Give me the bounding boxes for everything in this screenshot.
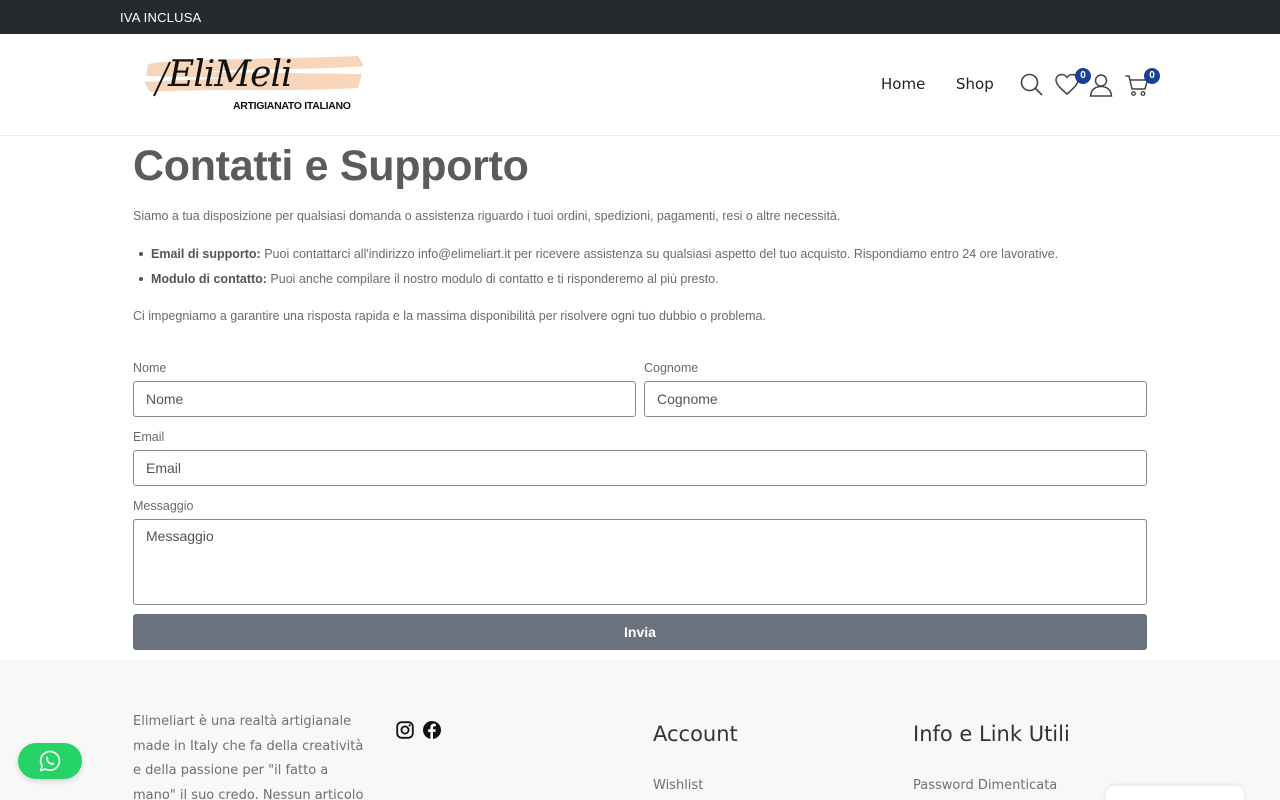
whatsapp-button[interactable]: [18, 743, 82, 779]
whatsapp-icon: [39, 750, 61, 772]
nome-label: Nome: [133, 361, 167, 375]
user-icon[interactable]: [1088, 72, 1114, 98]
submit-button[interactable]: Invia: [133, 614, 1147, 650]
logo-tagline: ARTIGIANATO ITALIANO: [233, 100, 351, 112]
footer-link-wishlist[interactable]: Wishlist: [653, 778, 703, 793]
cognome-label: Cognome: [644, 361, 699, 375]
nav-home[interactable]: Home: [881, 75, 925, 93]
support-list: Email di supporto: Puoi contattarci all'…: [133, 245, 1058, 295]
bullet-text: Puoi anche compilare il nostro modulo di…: [266, 272, 719, 286]
site-logo[interactable]: EliMeli ARTIGIANATO ITALIANO: [140, 52, 366, 116]
logo-wordmark: EliMeli: [168, 54, 292, 95]
top-bar: IVA INCLUSA: [0, 0, 1280, 34]
intro-text: Siamo a tua disposizione per qualsiasi d…: [133, 209, 841, 223]
instagram-icon[interactable]: [396, 721, 414, 739]
footer-about-text: Elimeliart è una realtà artigianale made…: [133, 714, 364, 800]
page-title: Contatti e Supporto: [133, 142, 529, 190]
facebook-icon[interactable]: [423, 721, 441, 739]
message-textarea[interactable]: [133, 519, 1147, 605]
footer-info-heading: Info e Link Utili: [913, 722, 1070, 746]
messaggio-label: Messaggio: [133, 499, 194, 513]
email-field[interactable]: [133, 450, 1147, 486]
nav-shop[interactable]: Shop: [956, 75, 994, 93]
outro-text: Ci impegniamo a garantire una risposta r…: [133, 309, 766, 323]
list-item: Modulo di contatto: Puoi anche compilare…: [133, 270, 1058, 295]
vat-notice: IVA INCLUSA: [120, 10, 202, 25]
nome-input[interactable]: [133, 381, 636, 417]
cognome-input[interactable]: [644, 381, 1147, 417]
search-icon[interactable]: [1019, 72, 1045, 98]
bullet-label: Modulo di contatto:: [151, 272, 267, 286]
email-label: Email: [133, 430, 165, 444]
footer-account-heading: Account: [653, 722, 738, 746]
cart-count-badge: 0: [1144, 68, 1160, 84]
floating-widget[interactable]: [1106, 786, 1244, 800]
footer-link-password[interactable]: Password Dimenticata: [913, 778, 1057, 793]
bullet-text: Puoi contattarci all'indirizzo info@elim…: [260, 247, 1059, 261]
list-item: Email di supporto: Puoi contattarci all'…: [133, 245, 1058, 270]
bullet-label: Email di supporto:: [151, 247, 261, 261]
